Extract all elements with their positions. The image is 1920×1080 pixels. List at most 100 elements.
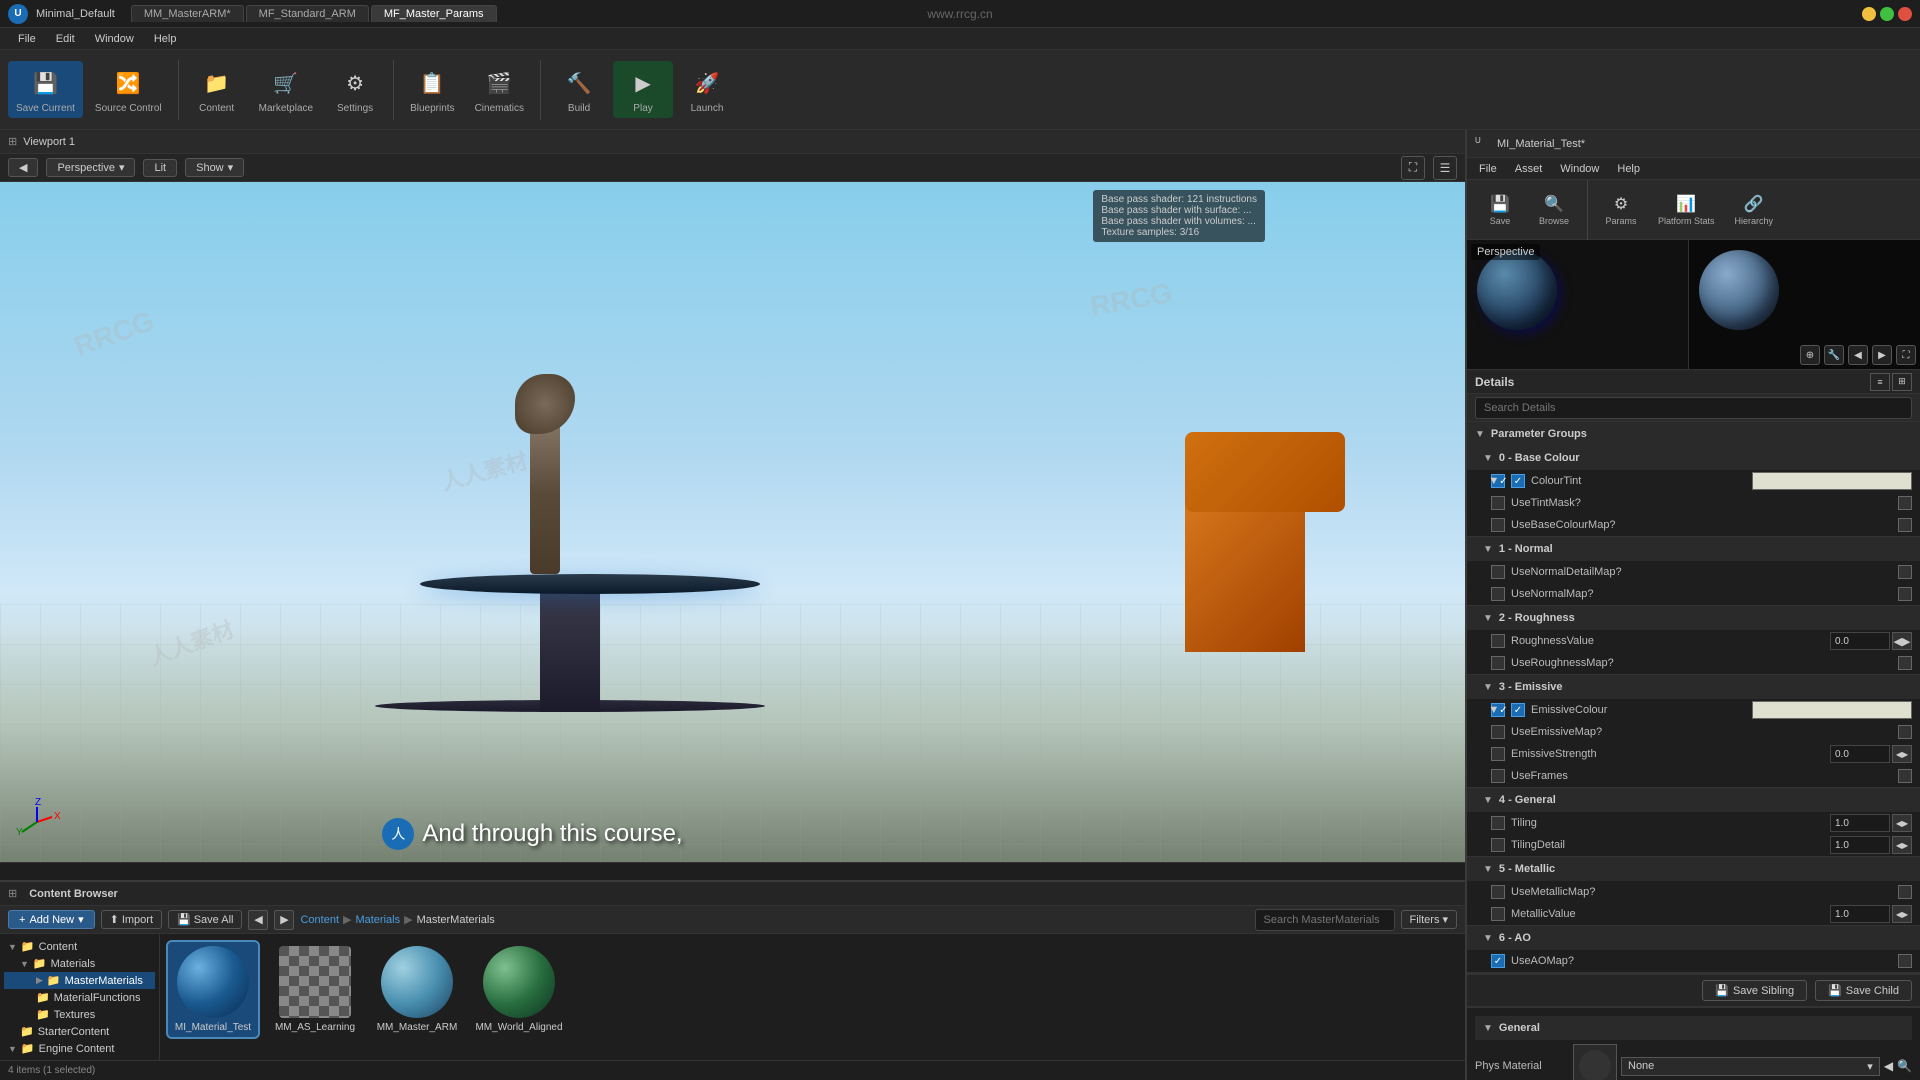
use-emissive-map-checkbox[interactable] [1491,725,1505,739]
vp-settings[interactable]: ☰ [1433,156,1457,180]
roughness-slider-handle[interactable]: ◀▶ [1892,632,1912,650]
phys-material-dropdown[interactable]: None ▾ [1621,1057,1880,1076]
colour-tint-value[interactable] [1752,472,1912,490]
general-param-header[interactable]: ▼ 4 - General [1467,788,1920,812]
use-frames-checkbox[interactable] [1491,769,1505,783]
rp-vp-btn1[interactable]: ⊕ [1800,345,1820,365]
cb-back-button[interactable]: ◀ [248,910,268,930]
rp-params-button[interactable]: ⚙ Params [1596,190,1646,230]
colour-tint-checkbox[interactable] [1511,474,1525,488]
emissive-strength-checkbox[interactable] [1491,747,1505,761]
use-normal-map-value[interactable] [1898,587,1912,601]
play-button[interactable]: ▶ Play [613,61,673,118]
tab-mm-master-arm[interactable]: MM_MasterARM* [131,5,244,22]
breadcrumb-materials[interactable]: Materials [355,914,400,926]
use-frames-value[interactable] [1898,769,1912,783]
roughness-header[interactable]: ▼ 2 - Roughness [1467,606,1920,630]
use-roughness-map-checkbox[interactable] [1491,656,1505,670]
emissive-strength-handle[interactable]: ◀▶ [1892,745,1912,763]
rp-close[interactable] [1900,138,1912,150]
asset-mi-material-test[interactable]: MI_Material_Test [168,942,258,1037]
menu-edit[interactable]: Edit [46,28,85,49]
use-tint-mask-checkbox[interactable] [1491,496,1505,510]
close-button[interactable] [1898,7,1912,21]
tiling-detail-value[interactable]: 1.0 [1830,836,1890,854]
use-ao-map-value[interactable] [1898,954,1912,968]
phys-material-back[interactable]: ◀ [1884,1059,1893,1073]
rp-platform-stats-button[interactable]: 📊 Platform Stats [1650,190,1723,230]
tree-item-engine[interactable]: ▼ 📁 Engine Content [4,1040,155,1057]
rp-save-button[interactable]: 💾 Save [1475,190,1525,230]
use-tint-mask-value[interactable] [1898,496,1912,510]
add-new-button[interactable]: + Add New ▾ [8,910,95,929]
use-normal-detail-value[interactable] [1898,565,1912,579]
cinematics-button[interactable]: 🎬 Cinematics [467,61,532,118]
marketplace-button[interactable]: 🛒 Marketplace [251,61,321,118]
tab-mf-standard-arm[interactable]: MF_Standard_ARM [246,5,369,22]
menu-file[interactable]: File [8,28,46,49]
details-search-input[interactable] [1475,397,1912,419]
tiling-detail-checkbox[interactable] [1491,838,1505,852]
perspective-dropdown[interactable]: Perspective ▾ [46,158,135,177]
launch-button[interactable]: 🚀 Launch [677,61,737,118]
general-section-header[interactable]: ▼ General [1475,1016,1912,1040]
use-metallic-map-checkbox[interactable] [1491,885,1505,899]
blueprints-button[interactable]: 📋 Blueprints [402,61,462,118]
tree-item-textures[interactable]: 📁 Textures [4,1006,155,1023]
content-button[interactable]: 📁 Content [187,61,247,118]
menu-window[interactable]: Window [85,28,144,49]
tiling-handle[interactable]: ◀▶ [1892,814,1912,832]
use-emissive-map-value[interactable] [1898,725,1912,739]
asset-mm-world-aligned[interactable]: MM_World_Aligned [474,942,564,1037]
tiling-checkbox[interactable] [1491,816,1505,830]
rp-maximize[interactable] [1885,138,1897,150]
tiling-value[interactable]: 1.0 [1830,814,1890,832]
metallic-value-display[interactable]: 1.0 [1830,905,1890,923]
rp-viewport[interactable]: Perspective ⊕ 🔧 ◀ ▶ ⛶ [1467,240,1920,370]
viewport-canvas[interactable]: Base pass shader: 121 instructions Base … [0,182,1465,862]
roughness-value-checkbox[interactable] [1491,634,1505,648]
rp-vp-btn5[interactable]: ⛶ [1896,345,1916,365]
use-roughness-map-value[interactable] [1898,656,1912,670]
menu-help[interactable]: Help [144,28,187,49]
cb-search-input[interactable] [1255,909,1395,931]
emissive-colour-value[interactable] [1752,701,1912,719]
lit-dropdown[interactable]: Lit [143,159,177,177]
save-sibling-button[interactable]: 💾 Save Sibling [1702,980,1807,1001]
tree-item-matfunctions[interactable]: 📁 MaterialFunctions [4,989,155,1006]
rp-hierarchy-button[interactable]: 🔗 Hierarchy [1727,190,1782,230]
ao-header[interactable]: ▼ 6 - AO [1467,926,1920,950]
details-grid-view[interactable]: ⊞ [1892,373,1912,391]
use-ao-map-checkbox[interactable] [1491,954,1505,968]
cb-forward-button[interactable]: ▶ [274,910,294,930]
metallic-header[interactable]: ▼ 5 - Metallic [1467,857,1920,881]
save-child-button[interactable]: 💾 Save Child [1815,980,1912,1001]
settings-button[interactable]: ⚙ Settings [325,61,385,118]
emissive-colour-checkbox[interactable] [1511,703,1525,717]
breadcrumb-content[interactable]: Content [300,914,339,926]
asset-mm-master-arm[interactable]: MM_Master_ARM [372,942,462,1037]
use-metallic-map-value[interactable] [1898,885,1912,899]
colour-tint-arrow[interactable]: ▼ [1491,474,1505,488]
emissive-colour-expand[interactable]: ▼ [1491,703,1505,717]
normal-header[interactable]: ▼ 1 - Normal [1467,537,1920,561]
filters-button[interactable]: Filters ▾ [1401,910,1457,929]
maximize-button[interactable] [1880,7,1894,21]
source-control-button[interactable]: 🔀 Source Control [87,61,170,118]
use-base-colour-checkbox[interactable] [1491,518,1505,532]
param-groups-header[interactable]: ▼ Parameter Groups [1467,422,1920,446]
metallic-handle[interactable]: ◀▶ [1892,905,1912,923]
emissive-strength-display[interactable]: 0.0 [1830,745,1890,763]
roughness-value-display[interactable]: 0.0 [1830,632,1890,650]
metallic-value-checkbox[interactable] [1491,907,1505,921]
tree-item-content[interactable]: ▼ 📁 Content [4,938,155,955]
minimize-button[interactable] [1862,7,1876,21]
vp-maximize[interactable]: ⛶ [1401,156,1425,180]
import-button[interactable]: ⬆ Import [101,910,162,929]
asset-mm-as-learning[interactable]: MM_AS_Learning [270,942,360,1037]
emissive-header[interactable]: ▼ 3 - Emissive [1467,675,1920,699]
build-button[interactable]: 🔨 Build [549,61,609,118]
tab-mf-master-params[interactable]: MF_Master_Params [371,5,497,22]
tree-item-starter[interactable]: 📁 StarterContent [4,1023,155,1040]
save-all-button[interactable]: 💾 Save All [168,910,242,929]
